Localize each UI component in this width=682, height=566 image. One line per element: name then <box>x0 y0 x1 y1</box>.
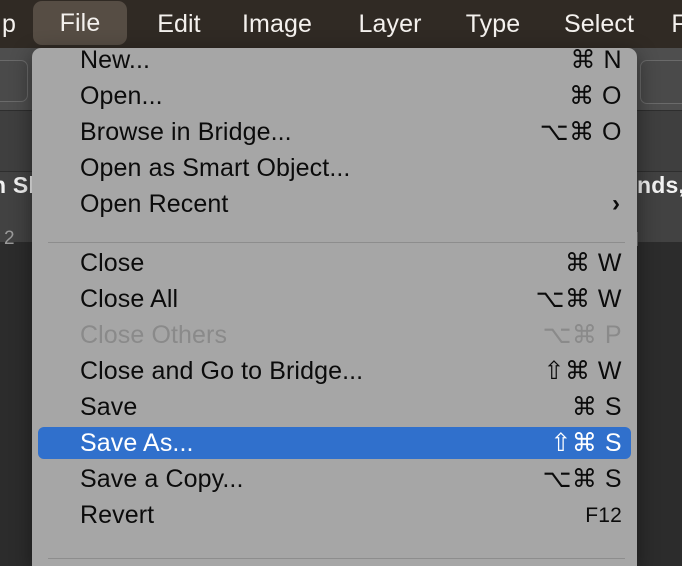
background-control-right <box>640 60 682 104</box>
menu-item-browse-in-bridge[interactable]: Browse in Bridge... ⌥⌘ O <box>38 116 631 148</box>
menubar-item-label: File <box>59 8 101 37</box>
menubar-item-label: Layer <box>358 9 422 38</box>
menu-item-label: Close Others <box>80 320 228 349</box>
menu-bar-items: p File Edit Image Layer Type Select F <box>0 0 682 48</box>
menu-item-save[interactable]: Save ⌘ S <box>38 391 631 423</box>
menu-item-close[interactable]: Close ⌘ W <box>38 247 631 279</box>
menubar-item-edit[interactable]: Edit <box>133 0 225 48</box>
menu-item-label: Close All <box>80 284 179 313</box>
menu-item-label: New... <box>80 48 151 74</box>
menu-item-shortcut: ⌥⌘ O <box>539 117 622 146</box>
menu-item-open-recent[interactable]: Open Recent › <box>38 188 631 220</box>
menu-bar: p File Edit Image Layer Type Select F <box>0 0 682 48</box>
menu-item-shortcut: ⇧⌘ W <box>543 356 622 385</box>
background-ruler-tick <box>637 232 638 246</box>
menu-item-shortcut: ⌘ N <box>570 48 622 74</box>
background-control-left <box>0 60 28 102</box>
menu-item-shortcut: ⌘ W <box>564 248 622 277</box>
file-menu-item-list: New... ⌘ N Open... ⌘ O Browse in Bridge... ⌥⌘… <box>32 48 637 566</box>
menu-separator <box>48 242 625 243</box>
menu-item-shortcut: ⌥⌘ W <box>535 284 622 313</box>
menu-item-shortcut: ⌥⌘ S <box>542 464 622 493</box>
menu-item-label: Open Recent <box>80 189 229 218</box>
menubar-item-label: F <box>671 9 682 38</box>
menubar-item-image[interactable]: Image <box>222 0 332 48</box>
menubar-item-select[interactable]: Select <box>543 0 655 48</box>
menu-item-open[interactable]: Open... ⌘ O <box>38 80 631 112</box>
menu-item-label: Close and Go to Bridge... <box>80 356 364 385</box>
menubar-item-file[interactable]: File <box>33 1 127 45</box>
menu-item-new[interactable]: New... ⌘ N <box>38 48 631 76</box>
background-label-right: nds, <box>637 172 682 198</box>
menubar-item-label: Select <box>563 9 635 38</box>
menubar-item-layer[interactable]: Layer <box>338 0 442 48</box>
menu-item-shortcut: ⇧⌘ S <box>550 428 622 457</box>
menubar-item-type[interactable]: Type <box>444 0 542 48</box>
menu-item-shortcut: ⌥⌘ P <box>542 320 622 349</box>
menu-item-close-and-go-to-bridge[interactable]: Close and Go to Bridge... ⇧⌘ W <box>38 355 631 387</box>
menu-item-shortcut: F12 <box>585 503 622 527</box>
menu-item-revert[interactable]: Revert F12 <box>38 499 631 531</box>
menu-item-close-all[interactable]: Close All ⌥⌘ W <box>38 283 631 315</box>
menu-item-label: Open... <box>80 81 163 110</box>
background-ruler-number: 2 <box>4 228 15 249</box>
menubar-item-f[interactable]: F <box>662 0 682 48</box>
menu-item-label: Open as Smart Object... <box>80 153 351 182</box>
menu-item-label: Save a Copy... <box>80 464 244 493</box>
menu-separator <box>48 558 625 559</box>
menu-item-label: Close <box>80 248 145 277</box>
menubar-item-label: p <box>1 9 16 38</box>
menubar-item-label: Edit <box>157 9 201 38</box>
menu-item-shortcut: ⌘ O <box>569 81 622 110</box>
menu-item-save-as[interactable]: Save As... ⇧⌘ S <box>38 427 631 459</box>
screenshot-root: n Sh nds, 2 pFileEditImageLayerTypeSelec… <box>0 0 682 566</box>
chevron-right-icon: › <box>612 190 620 217</box>
menubar-item-label: Type <box>465 9 521 38</box>
file-dropdown-menu[interactable]: New... ⌘ N Open... ⌘ O Browse in Bridge... ⌥⌘… <box>32 48 637 566</box>
menu-item-label: Save <box>80 392 138 421</box>
menu-item-open-as-smart-object[interactable]: Open as Smart Object... <box>38 152 631 184</box>
menu-item-save-a-copy[interactable]: Save a Copy... ⌥⌘ S <box>38 463 631 495</box>
menubar-item-p[interactable]: p <box>0 0 32 48</box>
menu-item-label: Browse in Bridge... <box>80 117 292 146</box>
menu-item-close-others: Close Others ⌥⌘ P <box>38 319 631 351</box>
menubar-item-label: Image <box>242 9 312 38</box>
menu-item-label: Revert <box>80 500 155 529</box>
menu-item-shortcut: ⌘ S <box>571 392 622 421</box>
menu-item-label: Save As... <box>80 428 194 457</box>
